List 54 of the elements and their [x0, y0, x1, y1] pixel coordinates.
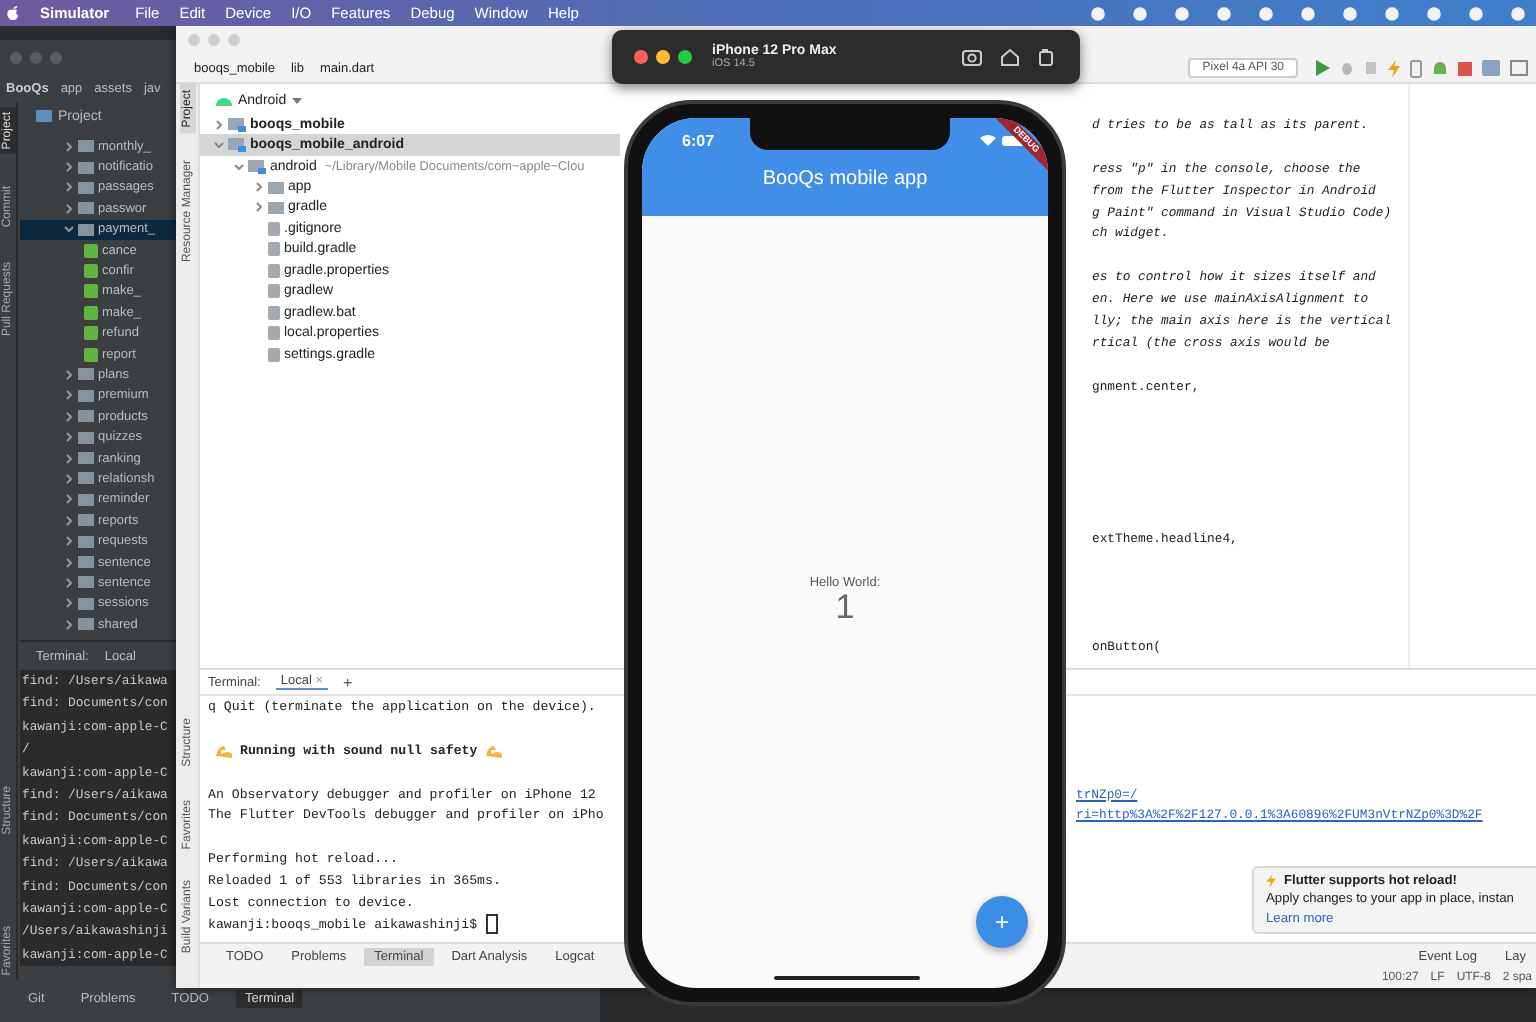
chevron-icon[interactable] [64, 536, 74, 547]
chevron-icon[interactable] [64, 182, 74, 193]
new-tab-button[interactable]: + [343, 673, 353, 691]
chevron-icon[interactable] [64, 557, 74, 567]
phone-icon[interactable] [1410, 59, 1422, 77]
chevron-icon[interactable] [254, 202, 264, 213]
chevron-icon[interactable] [64, 203, 74, 214]
chevron-icon[interactable] [214, 140, 224, 151]
add-button[interactable]: + [976, 896, 1028, 948]
stop-icon[interactable] [1458, 61, 1472, 75]
flexed-arm-icon [216, 743, 232, 758]
chevron-icon[interactable] [234, 161, 244, 172]
module-folder-icon [248, 159, 266, 174]
app-title: BooQs mobile app [760, 168, 930, 190]
rotate-icon[interactable] [1038, 48, 1054, 66]
apple-icon[interactable] [6, 4, 20, 22]
screenshot-icon[interactable] [962, 48, 982, 66]
chevron-icon[interactable] [64, 598, 74, 609]
flexed-arm-icon [485, 743, 502, 758]
caret-icon [292, 97, 303, 103]
terminal-icon[interactable] [1510, 60, 1528, 76]
wifi-icon [980, 134, 996, 146]
lightning-icon [1266, 874, 1276, 888]
close-icon[interactable] [634, 50, 648, 64]
chevron-icon[interactable] [64, 411, 74, 422]
chevron-icon[interactable] [64, 453, 74, 464]
window-dot-icon[interactable] [50, 51, 62, 63]
chevron-icon[interactable] [64, 224, 74, 235]
window-dot-icon[interactable] [10, 51, 22, 63]
chevron-icon[interactable] [64, 390, 74, 401]
chevron-icon[interactable] [64, 473, 74, 484]
window-dot-icon[interactable] [30, 51, 42, 63]
folder-icon [36, 110, 52, 122]
window-dot-icon[interactable] [228, 34, 240, 46]
minimize-icon[interactable] [656, 50, 670, 64]
counter-value: 1 [835, 590, 855, 626]
status-time: 6:07 [682, 131, 715, 149]
chevron-icon[interactable] [64, 515, 74, 526]
chevron-icon[interactable] [64, 619, 74, 630]
run-icon[interactable] [1316, 60, 1330, 76]
window-dot-icon[interactable] [188, 34, 200, 46]
chevron-icon[interactable] [64, 494, 74, 505]
chevron-icon[interactable] [64, 141, 74, 152]
chevron-icon[interactable] [254, 182, 264, 193]
home-icon[interactable] [1000, 48, 1020, 66]
window-dot-icon[interactable] [208, 34, 220, 46]
module-folder-icon [228, 138, 246, 153]
maximize-icon[interactable] [678, 50, 692, 64]
chevron-icon[interactable] [64, 577, 74, 588]
chevron-icon[interactable] [64, 369, 74, 380]
chevron-icon[interactable] [214, 119, 224, 130]
chevron-icon[interactable] [64, 432, 74, 443]
module-folder-icon [228, 117, 246, 132]
chevron-icon[interactable] [64, 162, 74, 173]
